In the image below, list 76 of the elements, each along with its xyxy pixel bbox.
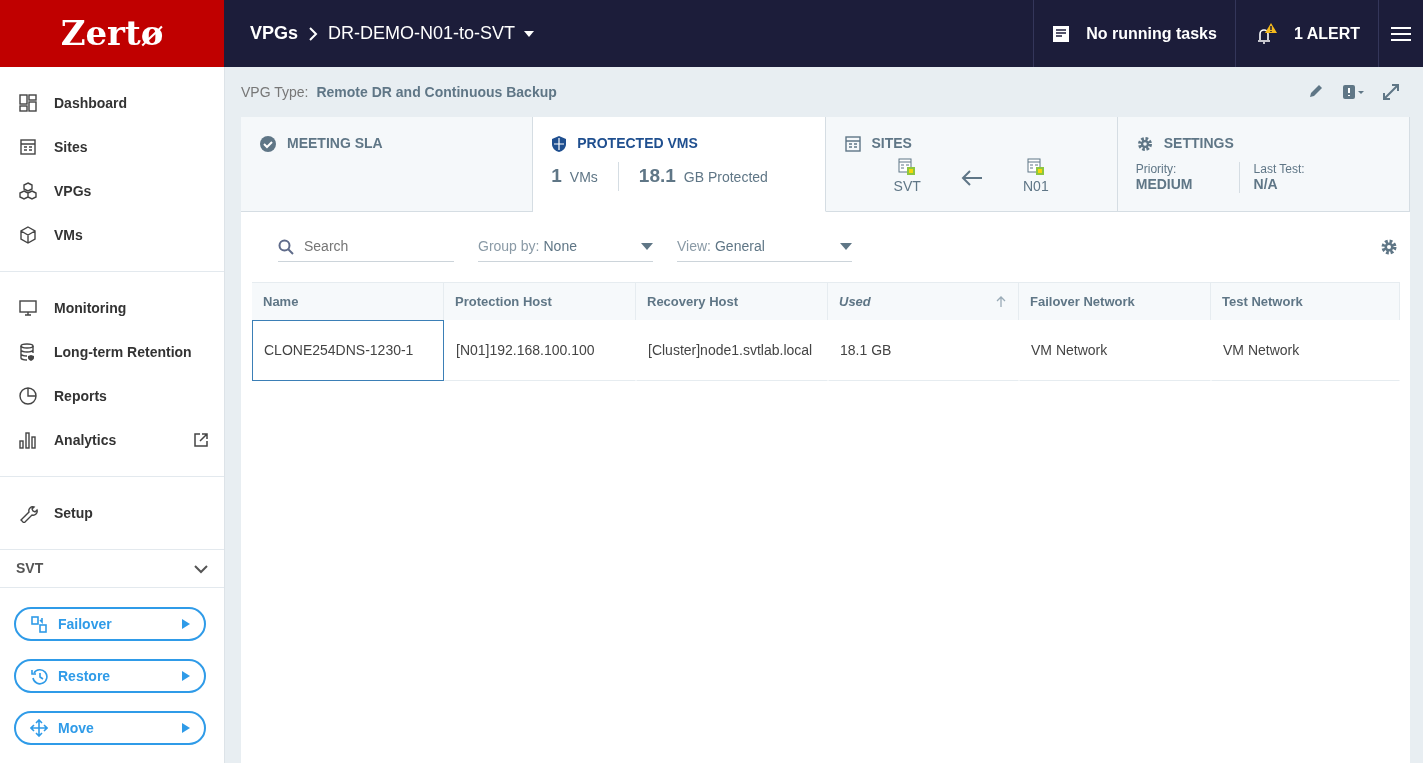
site-name: N01 (1023, 177, 1049, 196)
settings-button[interactable] (1380, 238, 1398, 256)
stat-unit: GB Protected (683, 168, 768, 187)
field-label: Last Test: (1253, 162, 1305, 177)
summary-tab[interactable]: MEETING SLA (241, 117, 534, 212)
nav-item[interactable]: Dashboard (0, 81, 224, 125)
tasks-icon (1052, 24, 1071, 43)
history-icon (30, 667, 48, 685)
search-icon (278, 238, 294, 255)
external-link-icon (194, 433, 208, 447)
breadcrumb-link[interactable]: DR-DEMO-N01-to-SVT (328, 20, 536, 47)
cube-icon (18, 225, 38, 245)
column-header[interactable]: Test Network (1211, 282, 1400, 320)
site-icon (897, 158, 918, 176)
column-header[interactable]: Name (252, 282, 444, 320)
table-cell: VM Network (1211, 320, 1400, 381)
building-icon (18, 137, 38, 157)
expand-button[interactable] (1382, 83, 1400, 101)
nav-item[interactable]: Analytics (0, 418, 224, 462)
stat-value: 1 (551, 164, 562, 188)
breadcrumb-link[interactable]: VPGs (250, 20, 299, 47)
column-header[interactable]: Recovery Host (636, 282, 828, 320)
dashboard-icon (18, 93, 38, 113)
info-menu-icon (1342, 83, 1366, 101)
table-cell: [N01]192.168.100.100 (444, 320, 636, 381)
column-header[interactable]: Used (828, 282, 1019, 320)
site-selector[interactable]: SVT (0, 550, 224, 588)
arrow-left-icon (960, 168, 983, 187)
column-header[interactable]: Protection Host (444, 282, 636, 320)
play-icon (182, 671, 190, 681)
group-by-dropdown[interactable]: Group by: None (478, 232, 653, 262)
caret-down-icon (641, 242, 653, 251)
expand-icon (1382, 83, 1400, 101)
building-icon (843, 134, 862, 153)
nav-item[interactable]: Setup (0, 491, 224, 535)
menu-icon (1391, 25, 1411, 42)
check-circle-icon (259, 134, 277, 153)
vpg-type-value: Remote DR and Continuous Backup (316, 82, 557, 102)
nav-item[interactable]: Sites (0, 125, 224, 169)
move-arrows-icon (30, 719, 48, 737)
cubes-icon (18, 181, 38, 201)
summary-tab[interactable]: SITES SVT N01 (825, 117, 1118, 212)
wrench-icon (18, 503, 38, 523)
summary-tab[interactable]: SETTINGS Priority: MEDIUM Last Test: N/A (1117, 117, 1410, 212)
field-label: VPG Type: (241, 82, 309, 102)
sort-up-icon (995, 295, 1007, 308)
gear-icon (1380, 238, 1398, 256)
play-icon (182, 619, 190, 629)
view-dropdown[interactable]: View: General (677, 232, 852, 262)
play-icon (182, 723, 190, 733)
logo: Zertø (0, 0, 224, 67)
nav-item[interactable]: Reports (0, 374, 224, 418)
nav-item[interactable]: Monitoring (0, 286, 224, 330)
more-button[interactable] (1342, 83, 1366, 101)
caret-down-icon (840, 242, 852, 251)
stat-unit: VMs (569, 168, 598, 187)
pie-chart-icon (18, 386, 38, 406)
stat-value: 18.1 (638, 164, 676, 188)
field-value: MEDIUM (1135, 176, 1193, 194)
nav-item[interactable]: VMs (0, 213, 224, 257)
table-cell: 18.1 GB (828, 320, 1019, 381)
column-header[interactable]: Failover Network (1019, 282, 1211, 320)
table-cell: CLONE254DNS-1230-1 (252, 320, 444, 381)
shield-icon (551, 134, 568, 153)
gear-icon (1135, 134, 1154, 153)
site-name: SVT (893, 177, 921, 196)
table-cell: VM Network (1019, 320, 1211, 381)
field-value: N/A (1253, 176, 1279, 194)
bar-chart-icon (18, 430, 38, 450)
field-label: Priority: (1135, 162, 1178, 177)
nav-item[interactable]: VPGs (0, 169, 224, 213)
monitor-icon (18, 298, 38, 318)
site-icon (1025, 158, 1046, 176)
nav-item[interactable]: Long-term Retention (0, 330, 224, 374)
summary-tab[interactable]: PROTECTED VMS 1 VMs 18.1 GB Protected (533, 117, 826, 212)
table-cell: [Cluster]node1.svtlab.local (636, 320, 828, 381)
